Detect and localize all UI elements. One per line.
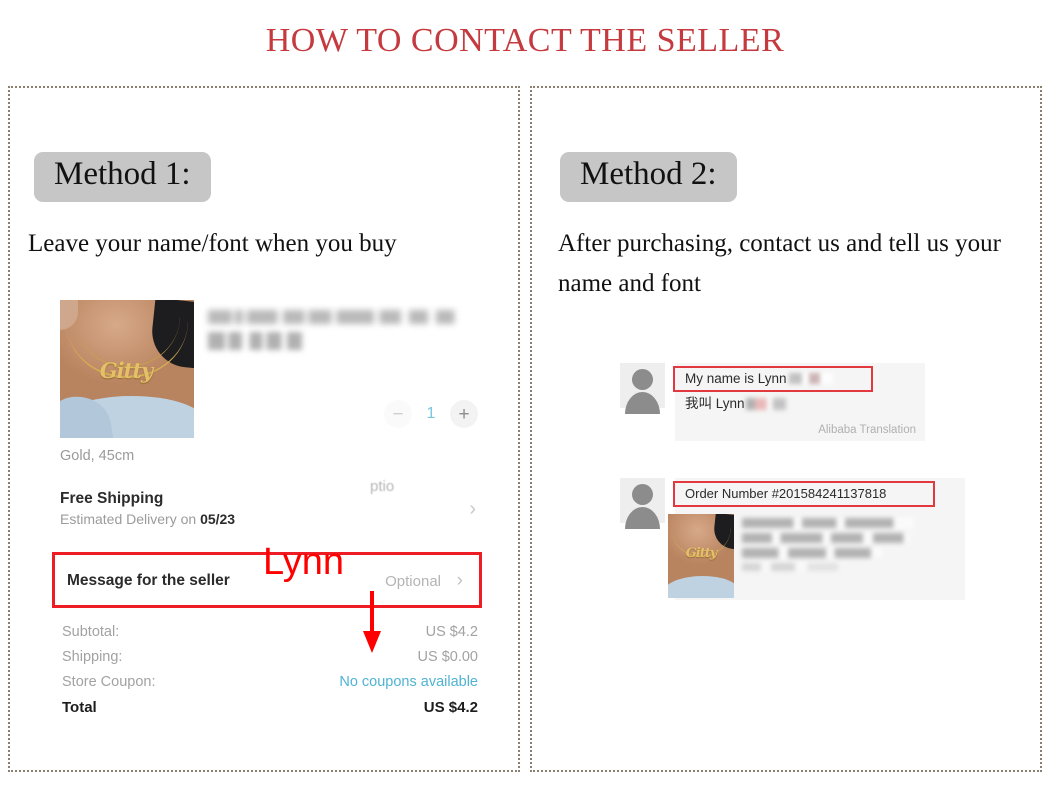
down-arrow-icon <box>363 591 381 653</box>
method-2-panel: Method 2: After purchasing, contact us a… <box>530 86 1042 772</box>
product-title-blurred <box>208 310 476 324</box>
product-card-mini[interactable]: Gitty <box>668 514 922 598</box>
product-photo: Gitty <box>60 300 194 438</box>
total-value: US $4.2 <box>423 699 478 716</box>
shipping-estimate-date: 05/23 <box>200 511 236 527</box>
pendant-name-text: Gitty <box>99 358 154 383</box>
shipping-estimate: Estimated Delivery on 05/23 <box>60 511 235 527</box>
total-label: Subtotal: <box>62 624 120 640</box>
quantity-stepper[interactable]: − 1 + <box>384 400 478 428</box>
pendant-name-text: Gitty <box>685 546 718 561</box>
shipping-chevron-icon[interactable]: › <box>469 498 476 521</box>
total-label: Total <box>62 699 97 716</box>
message-for-seller-value: Optional <box>385 573 441 590</box>
table-row: Shipping: US $0.00 <box>62 649 478 665</box>
message-chinese-value: 我叫 Lynn <box>685 396 745 411</box>
method-1-badge: Method 1: <box>34 152 211 202</box>
chat-message-1: My name is Lynn 我叫 Lynn Alibaba Translat… <box>620 363 925 441</box>
method-1-description: Leave your name/font when you buy <box>28 230 397 257</box>
message-chevron-icon[interactable]: › <box>457 570 463 592</box>
shipping-estimate-prefix: Estimated Delivery on <box>60 511 201 527</box>
quantity-plus-button[interactable]: + <box>450 400 478 428</box>
total-value[interactable]: No coupons available <box>339 674 478 690</box>
total-label: Store Coupon: <box>62 674 156 690</box>
highlight-box <box>673 481 935 507</box>
product-photo: Gitty <box>668 514 734 598</box>
order-totals: Subtotal: US $4.2 Shipping: US $0.00 Sto… <box>62 624 478 725</box>
quantity-minus-button[interactable]: − <box>384 400 412 428</box>
shipping-block[interactable]: Free Shipping Estimated Delivery on 05/2… <box>60 490 235 527</box>
translation-note: Alibaba Translation <box>818 424 916 436</box>
chat-screenshot: My name is Lynn 我叫 Lynn Alibaba Translat… <box>610 363 1010 643</box>
blurred-text-tail <box>745 398 786 410</box>
optional-ghost-text: ptio <box>370 478 395 495</box>
method-1-panel: Method 1: Leave your name/font when you … <box>8 86 520 772</box>
order-detail-screenshot: Gitty − 1 + Gold, 45cm Free Shipping Est… <box>52 300 482 730</box>
shipping-title: Free Shipping <box>60 490 164 507</box>
message-for-seller-label: Message for the seller <box>67 572 230 589</box>
total-label: Shipping: <box>62 649 123 665</box>
page-title: HOW TO CONTACT THE SELLER <box>265 22 785 59</box>
avatar <box>620 363 665 414</box>
table-row: Total US $4.2 <box>62 699 478 716</box>
highlight-box <box>673 366 873 392</box>
product-card-text-blurred <box>742 514 922 598</box>
lynn-annotation-text: Lynn <box>263 541 344 583</box>
product-price-blurred <box>208 332 302 350</box>
avatar <box>620 478 665 529</box>
method-2-description: After purchasing, contact us and tell us… <box>558 230 1001 297</box>
total-value: US $0.00 <box>417 649 478 665</box>
quantity-value: 1 <box>426 405 436 422</box>
table-row: Subtotal: US $4.2 <box>62 624 478 640</box>
table-row: Store Coupon: No coupons available <box>62 674 478 690</box>
total-value: US $4.2 <box>425 624 478 640</box>
method-2-badge: Method 2: <box>560 152 737 202</box>
chat-message-2: Order Number #201584241137818 Gitty <box>620 478 965 600</box>
message-chinese-text: 我叫 Lynn <box>685 392 915 412</box>
product-variant-label: Gold, 45cm <box>60 448 135 464</box>
